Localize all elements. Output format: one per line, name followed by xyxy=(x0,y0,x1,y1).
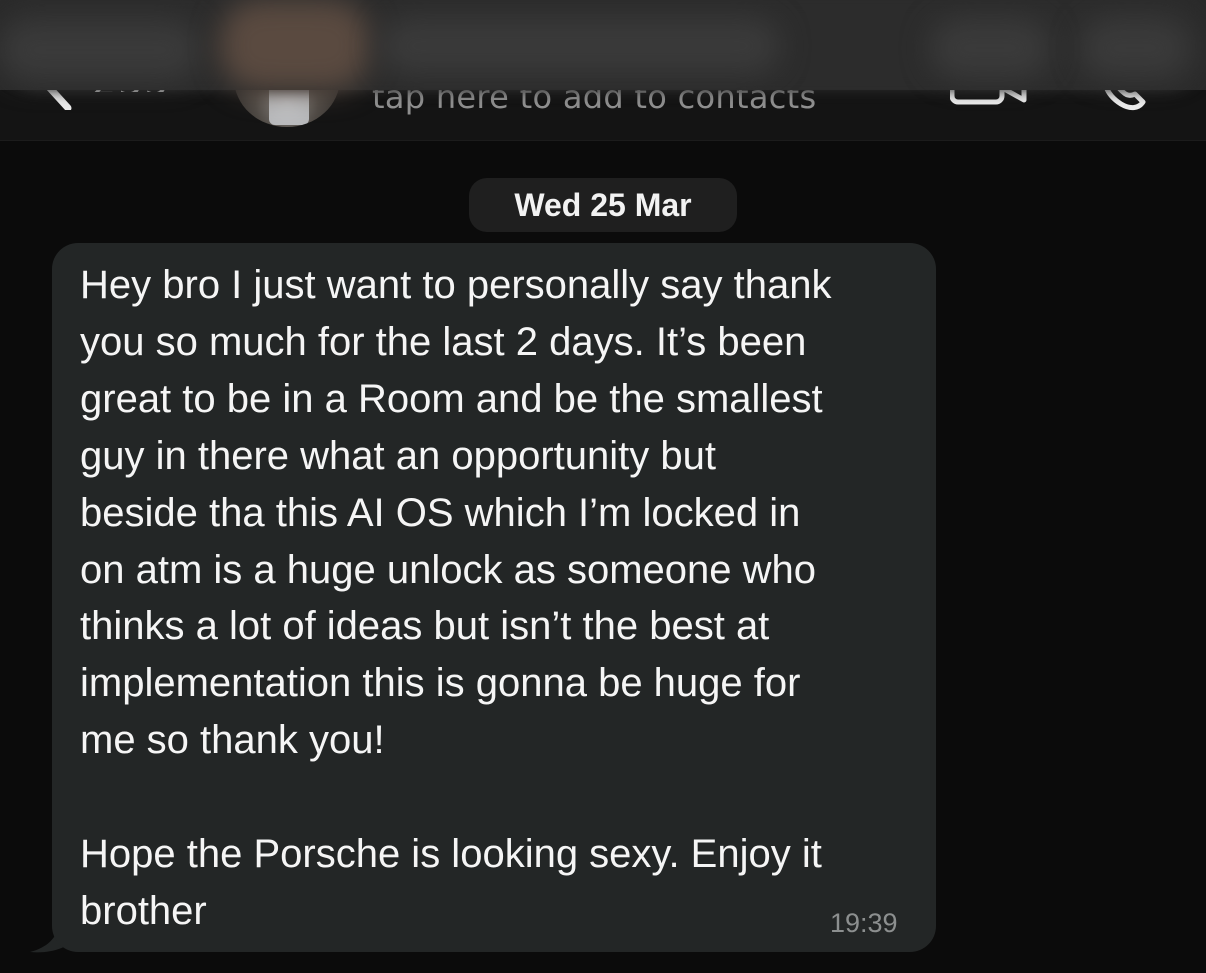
blur-shape xyxy=(1080,18,1190,78)
blur-shape xyxy=(0,20,200,80)
message-timestamp: 19:39 xyxy=(830,908,898,938)
date-separator: Wed 25 Mar xyxy=(469,178,737,232)
privacy-blur xyxy=(0,0,1206,90)
blur-shape xyxy=(220,0,370,90)
blur-shape xyxy=(380,18,780,74)
message-text: Hey bro I just want to personally say th… xyxy=(80,263,832,933)
chat-header: 235 tap here to add to contacts xyxy=(0,0,1206,141)
blur-shape xyxy=(930,18,1050,78)
chat-screen: 235 tap here to add to contacts Wed 25 M… xyxy=(0,0,1206,973)
